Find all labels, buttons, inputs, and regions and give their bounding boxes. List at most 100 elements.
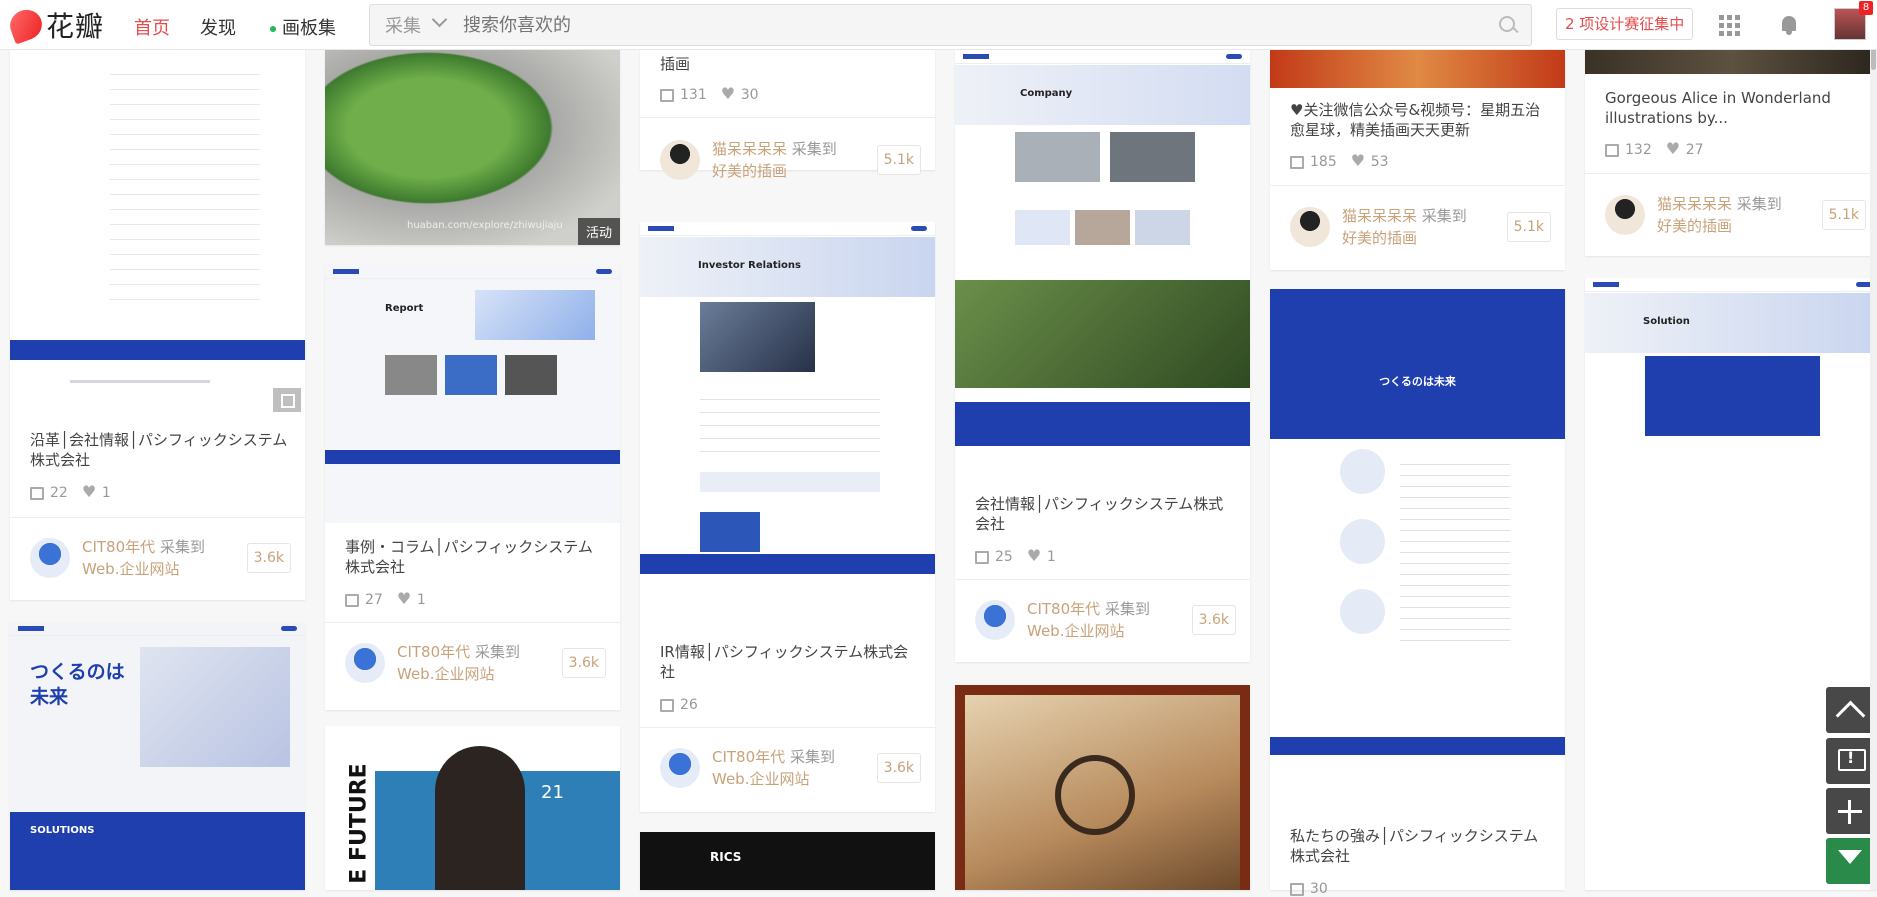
pin-via: 猫呆呆呆呆 采集到 好美的插画 bbox=[712, 138, 872, 182]
add-button[interactable] bbox=[1826, 788, 1874, 834]
pin-board[interactable]: 好美的插画 bbox=[1657, 217, 1732, 235]
like-count: 53 bbox=[1370, 154, 1389, 170]
pin-image[interactable]: Company bbox=[955, 50, 1250, 480]
pin-title[interactable]: ♥关注微信公众号&视频号：星期五治愈星球，精美插画天天更新 bbox=[1290, 100, 1550, 140]
user-avatar[interactable] bbox=[1290, 207, 1330, 247]
pin-image[interactable]: つくるのは未来 bbox=[1270, 289, 1565, 814]
feedback-button[interactable] bbox=[1826, 738, 1874, 784]
pin-title[interactable]: 沿革│会社情報│パシフィックシステム株式会社 bbox=[30, 430, 290, 470]
pin-user[interactable]: CIT80年代 bbox=[397, 643, 470, 661]
pin-image[interactable] bbox=[1270, 50, 1565, 88]
pin-image[interactable] bbox=[10, 50, 305, 416]
pin-image[interactable] bbox=[955, 685, 1250, 890]
repin-icon bbox=[1290, 882, 1304, 896]
pin-via: 猫呆呆呆呆 采集到 好美的插画 bbox=[1657, 193, 1817, 237]
nav-discover[interactable]: 发现 bbox=[200, 14, 236, 40]
pin-user[interactable]: 猫呆呆呆呆 bbox=[1342, 207, 1417, 225]
pin-card[interactable]: つくるのは 未来 SOLUTIONS bbox=[10, 622, 305, 890]
pin-card[interactable]: 沿革│会社情報│パシフィックシステム株式会社 22 1 CIT80年代 采集到 W… bbox=[10, 50, 305, 600]
pin-card[interactable] bbox=[955, 685, 1250, 890]
search-icon[interactable] bbox=[1497, 14, 1519, 36]
pin-card[interactable]: Company 会社情報│パシフィックシステム株式会社 25 1 CIT80年代… bbox=[955, 50, 1250, 662]
repin-icon bbox=[660, 88, 674, 102]
like-count: 30 bbox=[740, 87, 759, 103]
repin-icon bbox=[1605, 143, 1619, 157]
pin-card[interactable]: Investor Relations IR情報│パシフィックシステム株式会社 2… bbox=[640, 222, 935, 812]
repin-icon bbox=[345, 593, 359, 607]
board-follow-count[interactable]: 3.6k bbox=[1191, 605, 1236, 635]
pin-user[interactable]: CIT80年代 bbox=[712, 748, 785, 766]
activity-tag[interactable]: 活动 bbox=[577, 218, 620, 245]
logo-text: 花瓣 bbox=[46, 10, 105, 43]
repin-icon bbox=[660, 698, 674, 712]
pin-card[interactable]: E FUTURE 21 bbox=[325, 726, 620, 890]
pin-image[interactable]: つくるのは 未来 SOLUTIONS bbox=[10, 622, 305, 890]
board-follow-count[interactable]: 5.1k bbox=[1821, 200, 1866, 230]
nav-boards[interactable]: 画板集 bbox=[270, 14, 336, 40]
like-count: 1 bbox=[416, 592, 426, 608]
user-avatar[interactable] bbox=[975, 600, 1015, 640]
like-count: 27 bbox=[1685, 142, 1704, 158]
board-follow-count[interactable]: 3.6k bbox=[876, 753, 921, 783]
user-avatar[interactable] bbox=[345, 643, 385, 683]
pin-card[interactable]: Report 事例・コラム│パシフィックシステム株式会社 27 1 CIT80年… bbox=[325, 265, 620, 710]
pin-board[interactable]: 好美的插画 bbox=[712, 162, 787, 180]
user-avatar[interactable] bbox=[30, 538, 70, 578]
huaban-logo[interactable]: 花瓣 bbox=[5, 5, 105, 45]
back-to-top-button[interactable] bbox=[1826, 687, 1874, 733]
board-follow-count[interactable]: 5.1k bbox=[1506, 212, 1551, 242]
repin-icon bbox=[1290, 155, 1304, 169]
apps-grid-icon[interactable] bbox=[1719, 15, 1740, 36]
user-avatar[interactable] bbox=[660, 748, 700, 788]
pin-user[interactable]: 猫呆呆呆呆 bbox=[1657, 195, 1732, 213]
pin-user[interactable]: CIT80年代 bbox=[82, 538, 155, 556]
pin-stats: 132 27 bbox=[1605, 139, 1704, 158]
pin-stats: 131 30 bbox=[660, 84, 759, 103]
board-follow-count[interactable]: 3.6k bbox=[246, 543, 291, 573]
pin-card[interactable]: 插画 131 30 猫呆呆呆呆 采集到好美的插画 5.1k bbox=[640, 50, 935, 180]
pin-title[interactable]: 会社情報│パシフィックシステム株式会社 bbox=[975, 494, 1235, 534]
page-scrollbar[interactable] bbox=[1870, 0, 1877, 890]
repin-count: 27 bbox=[365, 592, 383, 608]
search-category-select[interactable]: 采集 bbox=[385, 12, 421, 38]
pin-board[interactable]: Web.企业网站 bbox=[712, 770, 809, 788]
pin-board[interactable]: Web.企业网站 bbox=[1027, 622, 1124, 640]
pin-image[interactable]: E FUTURE 21 bbox=[325, 726, 620, 890]
pin-card[interactable]: huaban.com/explore/zhiwujiaju 活动 bbox=[325, 50, 620, 245]
pin-user[interactable]: 猫呆呆呆呆 bbox=[712, 140, 787, 158]
pin-title[interactable]: 私たちの強み│パシフィックシステム株式会社 bbox=[1290, 826, 1550, 866]
pin-user[interactable]: CIT80年代 bbox=[1027, 600, 1100, 618]
chevron-down-icon[interactable] bbox=[431, 14, 447, 30]
pin-board[interactable]: 好美的插画 bbox=[1342, 229, 1417, 247]
pin-title[interactable]: Gorgeous Alice in Wonderland illustratio… bbox=[1605, 88, 1865, 128]
pin-image[interactable]: Report bbox=[325, 265, 620, 523]
pin-board[interactable]: Web.企业网站 bbox=[82, 560, 179, 578]
pin-image[interactable]: Investor Relations bbox=[640, 222, 935, 628]
search-input[interactable] bbox=[463, 5, 1497, 45]
board-follow-count[interactable]: 3.6k bbox=[561, 648, 606, 678]
pin-image[interactable]: huaban.com/explore/zhiwujiaju 活动 bbox=[325, 50, 620, 245]
pin-board[interactable]: Web.企业网站 bbox=[397, 665, 494, 683]
action-label: 采集到 bbox=[1104, 600, 1150, 618]
img-subheading: SOLUTIONS bbox=[30, 825, 95, 836]
pin-card[interactable]: つくるのは未来 私たちの強み│パシフィックシステム株式会社 30 bbox=[1270, 289, 1565, 897]
filter-button[interactable] bbox=[1826, 838, 1874, 884]
contest-link[interactable]: 2 项设计赛征集中 bbox=[1556, 8, 1694, 40]
bell-icon[interactable] bbox=[1780, 14, 1798, 36]
pin-title[interactable]: IR情報│パシフィックシステム株式会社 bbox=[660, 642, 920, 682]
pin-card[interactable]: RICS bbox=[640, 832, 935, 890]
pin-image[interactable] bbox=[1585, 50, 1877, 74]
pin-image[interactable]: RICS bbox=[640, 832, 935, 890]
pin-title[interactable]: 事例・コラム│パシフィックシステム株式会社 bbox=[345, 537, 605, 577]
pin-card[interactable]: Gorgeous Alice in Wonderland illustratio… bbox=[1585, 50, 1877, 256]
user-avatar[interactable] bbox=[1605, 195, 1645, 235]
pin-title[interactable]: 插画 bbox=[660, 54, 920, 74]
pin-card[interactable]: ♥关注微信公众号&视频号：星期五治愈星球，精美插画天天更新 185 53 猫呆呆… bbox=[1270, 50, 1565, 270]
board-follow-count[interactable]: 5.1k bbox=[876, 145, 921, 175]
img-heading: つくるのは未来 bbox=[1379, 375, 1456, 388]
img-heading: Solution bbox=[1643, 316, 1690, 327]
external-link-icon[interactable] bbox=[273, 388, 301, 412]
repin-count: 30 bbox=[1310, 881, 1328, 897]
user-avatar[interactable] bbox=[660, 140, 700, 180]
nav-home[interactable]: 首页 bbox=[134, 14, 170, 40]
